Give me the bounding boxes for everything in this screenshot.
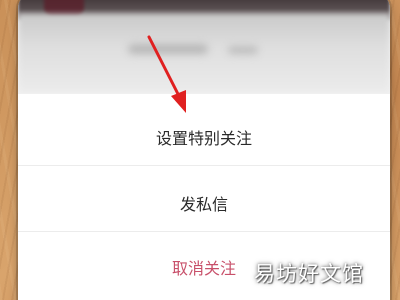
- set-special-follow-label: 设置特别关注: [155, 128, 252, 148]
- unfollow-label: 取消关注: [171, 259, 236, 278]
- set-special-follow-button[interactable]: 设置特别关注: [18, 108, 390, 166]
- watermark-text: 易坊好文馆: [254, 262, 364, 286]
- blurred-username-suffix: [228, 46, 258, 54]
- phone-screen: 设置特别关注 发私信 取消关注: [18, 0, 390, 300]
- blurred-username: [128, 44, 208, 54]
- blurred-profile-header: [18, 14, 390, 94]
- send-private-message-button[interactable]: 发私信: [18, 174, 390, 232]
- send-private-message-label: 发私信: [179, 194, 228, 214]
